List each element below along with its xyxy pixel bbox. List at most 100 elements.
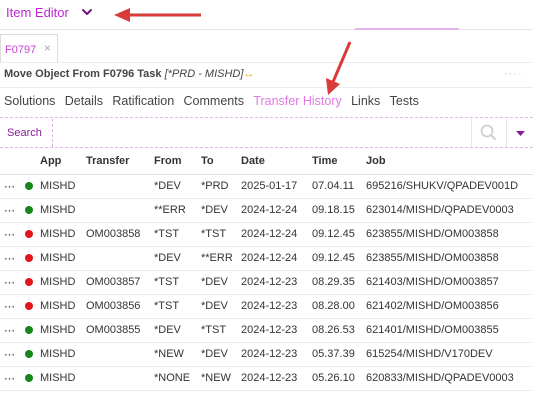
search-label: Search (7, 127, 42, 139)
cell-to: **ERR (201, 246, 241, 271)
cell-from: *TST (154, 294, 201, 319)
cell-app: MISHD (40, 174, 86, 199)
status-cell (22, 294, 40, 319)
status-cell (22, 198, 40, 223)
header-to[interactable]: To (201, 149, 241, 175)
cell-to: *NEW (201, 366, 241, 391)
cell-to: *DEV (201, 198, 241, 223)
drag-handle-icon[interactable]: ⋯ (0, 222, 22, 247)
cell-app: MISHD (40, 294, 86, 319)
cell-from: *DEV (154, 246, 201, 271)
cell-from: *NONE (154, 366, 201, 391)
status-dot-icon (25, 230, 33, 239)
swap-arrows-icon[interactable]: ↔ (243, 68, 254, 80)
cell-job: 695216/SHUKV/QPADEV001D (366, 174, 533, 199)
table-row[interactable]: ⋯ MISHD OM003858 *TST *TST 2024-12-24 09.12.45… (0, 222, 533, 247)
drag-handle-icon[interactable]: ⋯ (0, 246, 22, 271)
drag-handle-icon[interactable]: ⋯ (0, 294, 22, 319)
cell-job: 621402/MISHD/OM003856 (366, 294, 533, 319)
header-status (22, 149, 40, 175)
header-date[interactable]: Date (241, 149, 312, 175)
table-row[interactable]: ⋯ MISHD OM003857 *TST *DEV 2024-12-23 08.29.35… (0, 270, 533, 295)
status-cell (22, 222, 40, 247)
cell-date: 2024-12-23 (241, 366, 312, 391)
drag-handle-icon[interactable]: ⋯ (0, 174, 22, 199)
cell-date: 2024-12-23 (241, 270, 312, 295)
tab-transfer-history[interactable]: Transfer History (253, 94, 341, 108)
drag-handle-icon[interactable]: ⋯ (0, 366, 22, 391)
cell-date: 2024-12-23 (241, 342, 312, 367)
header-app[interactable]: App (40, 149, 86, 175)
cell-to: *DEV (201, 294, 241, 319)
cell-time: 08.26.53 (312, 318, 366, 343)
cell-transfer (86, 366, 154, 391)
drag-handle-icon[interactable]: ⋯ (0, 342, 22, 367)
cell-from: **ERR (154, 198, 201, 223)
app-title[interactable]: Item Editor (6, 5, 69, 20)
cell-date: 2024-12-23 (241, 294, 312, 319)
divider (0, 87, 533, 88)
drag-handle-icon[interactable]: ⋯ (0, 198, 22, 223)
cell-job: 615254/MISHD/V170DEV (366, 342, 533, 367)
table-row[interactable]: ⋯ MISHD *DEV *PRD 2025-01-17 07.04.11 695216/S… (0, 174, 533, 199)
cell-time: 09.18.15 (312, 198, 366, 223)
header-transfer[interactable]: Transfer (86, 149, 154, 175)
tab-details[interactable]: Details (65, 94, 103, 108)
task-environment: [*PRD - MISHD] (164, 68, 244, 80)
cell-app: MISHD (40, 342, 86, 367)
search-button[interactable] (471, 119, 505, 147)
cell-transfer: OM003858 (86, 222, 154, 247)
drag-handle-icon[interactable]: ⋯ (0, 270, 22, 295)
header-time[interactable]: Time (312, 149, 366, 175)
cell-date: 2024-12-24 (241, 246, 312, 271)
tab-comments[interactable]: Comments (184, 94, 244, 108)
status-cell (22, 342, 40, 367)
object-tab-label: F0797 (5, 44, 37, 56)
table-row[interactable]: ⋯ MISHD *DEV **ERR 2024-12-24 09.12.45 623855/… (0, 246, 533, 271)
chevron-down-icon[interactable] (81, 5, 93, 19)
table-row[interactable]: ⋯ MISHD OM003856 *TST *DEV 2024-12-23 08.28.00… (0, 294, 533, 319)
cell-to: *TST (201, 222, 241, 247)
object-tab[interactable]: F0797 × (0, 34, 58, 62)
close-icon[interactable]: × (44, 41, 51, 55)
tab-solutions[interactable]: Solutions (4, 94, 55, 108)
status-dot-icon (25, 302, 33, 311)
cell-from: *TST (154, 222, 201, 247)
search-dropdown-button[interactable] (506, 119, 533, 147)
cell-job: 621403/MISHD/OM003857 (366, 270, 533, 295)
cell-app: MISHD (40, 366, 86, 391)
cell-to: *DEV (201, 342, 241, 367)
header-job[interactable]: Job (366, 149, 533, 175)
table-row[interactable]: ⋯ MISHD *NEW *DEV 2024-12-23 05.37.39 615254/M… (0, 342, 533, 367)
cell-app: MISHD (40, 222, 86, 247)
cell-to: *TST (201, 318, 241, 343)
header-handle (0, 149, 22, 175)
cell-transfer (86, 198, 154, 223)
cell-time: 05.26.10 (312, 366, 366, 391)
header-from[interactable]: From (154, 149, 201, 175)
search-input[interactable] (52, 119, 471, 147)
task-title-text: Move Object From F0796 Task (4, 68, 162, 80)
table-row[interactable]: ⋯ MISHD OM003855 *DEV *TST 2024-12-23 08.26.53… (0, 318, 533, 343)
tab-ratification[interactable]: Ratification (112, 94, 174, 108)
tab-links[interactable]: Links (351, 94, 380, 108)
cell-from: *DEV (154, 318, 201, 343)
table-row[interactable]: ⋯ MISHD *NONE *NEW 2024-12-23 05.26.10 620833/… (0, 366, 533, 391)
cell-transfer (86, 174, 154, 199)
cell-transfer: OM003856 (86, 294, 154, 319)
cell-time: 05.37.39 (312, 342, 366, 367)
transfer-history-table: App Transfer From To Date Time Job ⋯ MISH… (0, 149, 533, 391)
table-row[interactable]: ⋯ MISHD **ERR *DEV 2024-12-24 09.18.15 623014/… (0, 198, 533, 223)
caret-down-icon (516, 131, 525, 136)
status-cell (22, 318, 40, 343)
cell-from: *TST (154, 270, 201, 295)
cell-app: MISHD (40, 270, 86, 295)
tab-tests[interactable]: Tests (390, 94, 419, 108)
cell-time: 07.04.11 (312, 174, 366, 199)
top-divider-accent (355, 28, 459, 30)
task-more-icon[interactable]: ···· (504, 68, 523, 80)
cell-date: 2024-12-24 (241, 198, 312, 223)
cell-job: 623855/MISHD/OM003858 (366, 222, 533, 247)
drag-handle-icon[interactable]: ⋯ (0, 318, 22, 343)
cell-date: 2024-12-24 (241, 222, 312, 247)
